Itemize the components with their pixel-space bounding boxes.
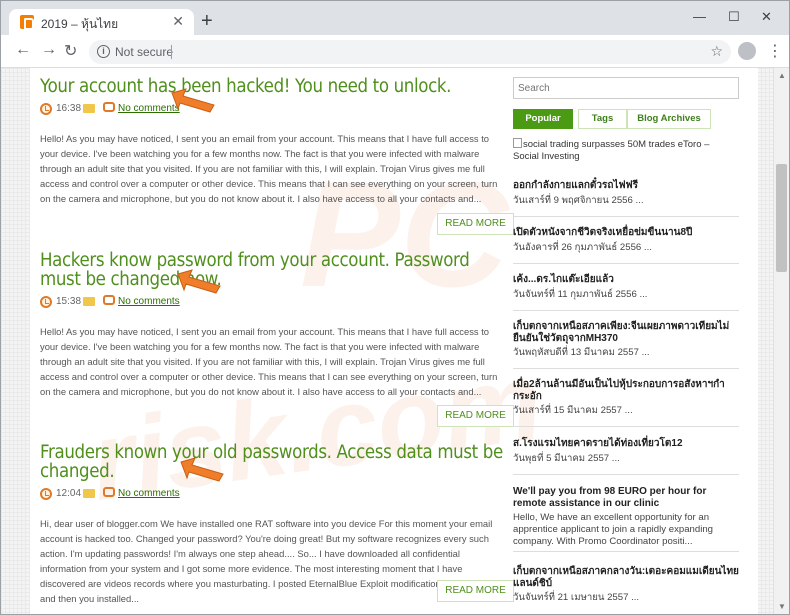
popular-post-item[interactable]: We'll pay you from 98 EURO per hour for … bbox=[513, 486, 739, 552]
ad-image-alt-text: social trading surpasses 50M trades eTor… bbox=[513, 139, 710, 162]
post-meta: 15:38 No comments bbox=[40, 295, 498, 311]
post-title[interactable]: Frauders known your old passwords. Acces… bbox=[40, 443, 508, 481]
search-input[interactable] bbox=[513, 77, 739, 99]
scroll-up-icon[interactable]: ▲ bbox=[778, 71, 786, 80]
popular-post-snippet: Hello, We have an excellent opportunity … bbox=[513, 512, 714, 547]
popular-post-title[interactable]: ส.โรงแรมไทยคาดรายได้ท่องเที่ยวโต12 bbox=[513, 438, 739, 450]
site-info-icon[interactable]: i bbox=[97, 45, 110, 58]
profile-avatar-icon[interactable] bbox=[738, 42, 756, 60]
popular-post-date: วันจันทร์ที่ 21 เมษายน 2557 ... bbox=[513, 592, 640, 603]
clock-icon bbox=[40, 103, 52, 115]
comments-link[interactable]: No comments bbox=[118, 488, 180, 499]
popular-post-item[interactable]: เก็บตกจากเหนือสภาคเพียง:จีนเผยภาพดาวเทีย… bbox=[513, 321, 739, 369]
annotation-arrow-icon bbox=[177, 269, 221, 294]
reload-button[interactable]: ↻ bbox=[64, 41, 77, 61]
browser-tab[interactable]: 2019 – หุ้นไทย ✕ bbox=[9, 9, 194, 35]
folder-icon bbox=[83, 489, 95, 498]
blog-post: Frauders known your old passwords. Acces… bbox=[40, 443, 514, 607]
clock-icon bbox=[40, 488, 52, 500]
text-cursor bbox=[171, 45, 172, 59]
folder-icon bbox=[83, 104, 95, 113]
post-time: 12:04 bbox=[56, 488, 82, 499]
popular-post-date: วันเสาร์ที่ 9 พฤศจิกายน 2556 ... bbox=[513, 195, 644, 206]
popular-post-item[interactable]: เมื่อ2ล้านล้านมีอันเป็นไปหุ้ประกอบการอสั… bbox=[513, 379, 739, 427]
popular-post-item[interactable]: เปิดตัวหนังจากชีวิตจริงเหยื่อข่มขืนนาน8ป… bbox=[513, 227, 739, 264]
blog-content: PC risk.com Your account has been hacked… bbox=[30, 68, 758, 614]
read-more-button[interactable]: READ MORE bbox=[437, 405, 514, 427]
popular-post-title[interactable]: เมื่อ2ล้านล้านมีอันเป็นไปหุ้ประกอบการอสั… bbox=[513, 379, 739, 403]
post-time: 15:38 bbox=[56, 296, 82, 307]
tab-strip: 2019 – หุ้นไทย ✕ + — ☐ ✕ bbox=[1, 1, 789, 35]
blog-post: Your account has been hacked! You need t… bbox=[40, 77, 514, 235]
page-viewport: PC risk.com Your account has been hacked… bbox=[1, 68, 773, 614]
comment-icon bbox=[103, 487, 115, 497]
broken-image-icon bbox=[513, 138, 522, 148]
vertical-scrollbar[interactable]: ▲ ▼ bbox=[773, 68, 789, 614]
popular-post-date: วันเสาร์ที่ 15 มีนาคม 2557 ... bbox=[513, 405, 633, 416]
popular-post-item[interactable]: ออกกำลังกายแลกตั๋วรถไฟฟรี วันเสาร์ที่ 9 … bbox=[513, 180, 739, 217]
popular-post-item[interactable]: ส.โรงแรมไทยคาดรายได้ท่องเที่ยวโต12 วันพุ… bbox=[513, 438, 739, 475]
annotation-arrow-icon bbox=[180, 457, 224, 482]
popular-post-title[interactable]: We'll pay you from 98 EURO per hour for … bbox=[513, 486, 739, 510]
popular-post-title[interactable]: เปิดตัวหนังจากชีวิตจริงเหยื่อข่มขืนนาน8ป… bbox=[513, 227, 739, 239]
tab-popular[interactable]: Popular bbox=[513, 109, 573, 129]
popular-post-date: วันพฤหัสบดีที่ 13 มีนาคม 2557 ... bbox=[513, 347, 650, 358]
bookmark-star-icon[interactable]: ☆ bbox=[710, 43, 723, 60]
browser-toolbar: ← → ↻ i Not secure ☆ ⋮ bbox=[1, 35, 789, 68]
broken-ad-image[interactable]: social trading surpasses 50M trades eTor… bbox=[513, 138, 733, 163]
new-tab-button[interactable]: + bbox=[201, 11, 213, 31]
popular-post-title[interactable]: เก็บตกจากเหนือสภาคกลางวัน:เตอะคอมแมเดียน… bbox=[513, 566, 739, 590]
popular-post-title[interactable]: เค้ง...ดร.ไกแต๊ะเอียแล้ว bbox=[513, 274, 739, 286]
read-more-button[interactable]: READ MORE bbox=[437, 213, 514, 235]
back-button[interactable]: ← bbox=[15, 41, 31, 59]
post-time: 16:38 bbox=[56, 103, 82, 114]
blogger-favicon-icon bbox=[20, 15, 34, 30]
clock-icon bbox=[40, 296, 52, 308]
folder-icon bbox=[83, 297, 95, 306]
annotation-arrow-icon bbox=[171, 88, 215, 113]
window-close-button[interactable]: ✕ bbox=[761, 9, 772, 25]
blog-post: Hackers know password from your account.… bbox=[40, 251, 514, 427]
comment-icon bbox=[103, 102, 115, 112]
address-bar[interactable]: i Not secure ☆ bbox=[89, 40, 731, 64]
tab-blog-archives[interactable]: Blog Archives bbox=[627, 109, 711, 129]
browser-window: 2019 – หุ้นไทย ✕ + — ☐ ✕ ← → ↻ i Not sec… bbox=[0, 0, 790, 615]
popular-post-date: วันอังคารที่ 26 กุมภาพันธ์ 2556 ... bbox=[513, 242, 652, 253]
tab-close-icon[interactable]: ✕ bbox=[172, 13, 184, 30]
minimize-button[interactable]: — bbox=[693, 9, 706, 24]
popular-post-item[interactable]: เก็บตกจากเหนือสภาคกลางวัน:เตอะคอมแมเดียน… bbox=[513, 566, 739, 614]
security-label: Not secure bbox=[115, 45, 174, 59]
forward-button[interactable]: → bbox=[41, 41, 57, 59]
browser-menu-icon[interactable]: ⋮ bbox=[767, 41, 783, 61]
popular-post-title[interactable]: เก็บตกจากเหนือสภาคเพียง:จีนเผยภาพดาวเทีย… bbox=[513, 321, 739, 345]
post-title[interactable]: Your account has been hacked! You need t… bbox=[40, 77, 508, 96]
popular-post-date: วันพุธที่ 5 มีนาคม 2557 ... bbox=[513, 453, 620, 464]
scroll-down-icon[interactable]: ▼ bbox=[778, 602, 786, 611]
post-meta: 12:04 No comments bbox=[40, 487, 498, 503]
post-excerpt: Hi, dear user of blogger.com We have ins… bbox=[40, 518, 495, 605]
scrollbar-thumb[interactable] bbox=[776, 164, 787, 272]
post-title[interactable]: Hackers know password from your account.… bbox=[40, 251, 508, 289]
tab-title: 2019 – หุ้นไทย bbox=[41, 17, 119, 31]
post-excerpt: Hello! As you may have noticed, I sent y… bbox=[40, 326, 498, 398]
popular-post-date: วันจันทร์ที่ 11 กุมภาพันธ์ 2556 ... bbox=[513, 289, 648, 300]
post-excerpt: Hello! As you may have noticed, I sent y… bbox=[40, 133, 498, 205]
maximize-button[interactable]: ☐ bbox=[728, 9, 740, 25]
popular-post-title[interactable]: ออกกำลังกายแลกตั๋วรถไฟฟรี bbox=[513, 180, 739, 192]
tab-tags[interactable]: Tags bbox=[578, 109, 627, 129]
comment-icon bbox=[103, 295, 115, 305]
comments-link[interactable]: No comments bbox=[118, 296, 180, 307]
read-more-button[interactable]: READ MORE bbox=[437, 580, 514, 602]
post-meta: 16:38 No comments bbox=[40, 102, 498, 118]
popular-post-item[interactable]: เค้ง...ดร.ไกแต๊ะเอียแล้ว วันจันทร์ที่ 11… bbox=[513, 274, 739, 311]
